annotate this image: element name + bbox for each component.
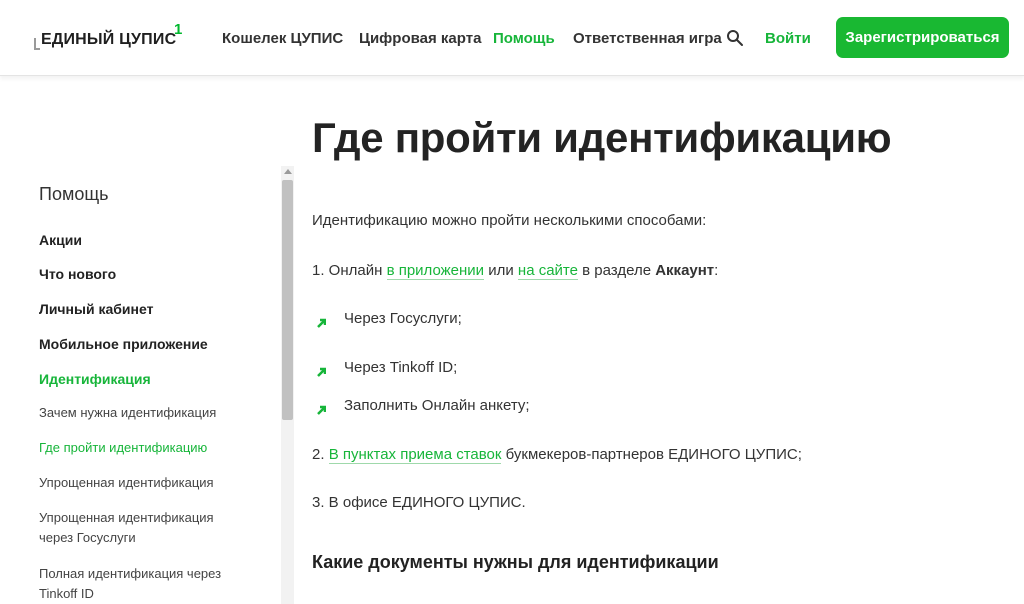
link-betting-points[interactable]: В пунктах приема ставок — [328, 446, 502, 464]
sidebar-subitem-simplified-gosuslugi[interactable]: Упрощенная идентификация через Госуслуги — [39, 508, 219, 548]
sidebar-item-identification[interactable]: Идентификация — [39, 371, 151, 387]
p1-text-a: 1. Онлайн — [312, 262, 387, 279]
p1-bold-account: Аккаунт — [655, 262, 715, 279]
logo-text: ЕДИНЫЙ ЦУПИС — [41, 31, 177, 48]
link-on-site[interactable]: на сайте — [517, 262, 578, 280]
sidebar-subitem-where-identification[interactable]: Где пройти идентификацию — [39, 438, 269, 458]
list-item: Заполнить Онлайн анкету; — [344, 397, 530, 414]
site-header: ЕДИНЫЙ ЦУПИС 1 Кошелек ЦУПИС Цифровая ка… — [0, 0, 1024, 76]
paragraph-office: 3. В офисе ЕДИНОГО ЦУПИС. — [312, 494, 526, 511]
list-item: Через Госуслуги; — [344, 310, 462, 327]
sidebar-item-promotions[interactable]: Акции — [39, 232, 82, 248]
sidebar-scroll-thumb[interactable] — [282, 180, 293, 420]
link-in-app[interactable]: в приложении — [386, 262, 485, 280]
p1-text-d: : — [714, 262, 719, 279]
logo-corner-mark — [34, 38, 40, 50]
sidebar-item-whats-new[interactable]: Что нового — [39, 266, 116, 282]
intro-text: Идентификацию можно пройти несколькими с… — [312, 212, 707, 229]
bullet-arrow-icon — [316, 315, 327, 328]
paragraph-online: 1. Онлайн в приложении или на сайте в ра… — [312, 262, 719, 280]
nav-digital-card[interactable]: Цифровая карта — [359, 30, 481, 47]
search-icon[interactable] — [726, 29, 744, 47]
p1-text-b: или — [484, 262, 518, 279]
logo-superscript: 1 — [174, 21, 183, 38]
sidebar-subitem-full-tinkoff[interactable]: Полная идентификация через Tinkoff ID — [39, 564, 229, 604]
sidebar-subitem-simplified[interactable]: Упрощенная идентификация — [39, 473, 269, 493]
sidebar-title: Помощь — [39, 184, 109, 204]
login-link[interactable]: Войти — [765, 30, 811, 47]
p2-text-b: букмекеров-партнеров ЕДИНОГО ЦУПИС; — [501, 446, 802, 463]
p1-text-c: в разделе — [577, 262, 656, 279]
register-button[interactable]: Зарегистрироваться — [836, 17, 1009, 58]
nav-help[interactable]: Помощь — [493, 30, 555, 47]
section-subtitle: Какие документы нужны для идентификации — [312, 552, 719, 572]
bullet-arrow-icon — [316, 364, 327, 377]
sidebar-item-mobile-app[interactable]: Мобильное приложение — [39, 336, 208, 352]
nav-wallet[interactable]: Кошелек ЦУПИС — [222, 30, 343, 47]
nav-responsible-gaming[interactable]: Ответственная игра — [573, 30, 722, 47]
list-item: Через Tinkoff ID; — [344, 359, 458, 376]
sidebar-subitem-why-identification[interactable]: Зачем нужна идентификация — [39, 403, 269, 423]
p2-text-a: 2. — [312, 446, 329, 463]
paragraph-points: 2. В пунктах приема ставок букмекеров-па… — [312, 446, 802, 464]
sidebar-item-account[interactable]: Личный кабинет — [39, 301, 153, 317]
scroll-up-arrow-icon[interactable] — [284, 169, 292, 174]
bullet-arrow-icon — [316, 402, 327, 415]
page-title: Где пройти идентификацию — [312, 114, 892, 161]
